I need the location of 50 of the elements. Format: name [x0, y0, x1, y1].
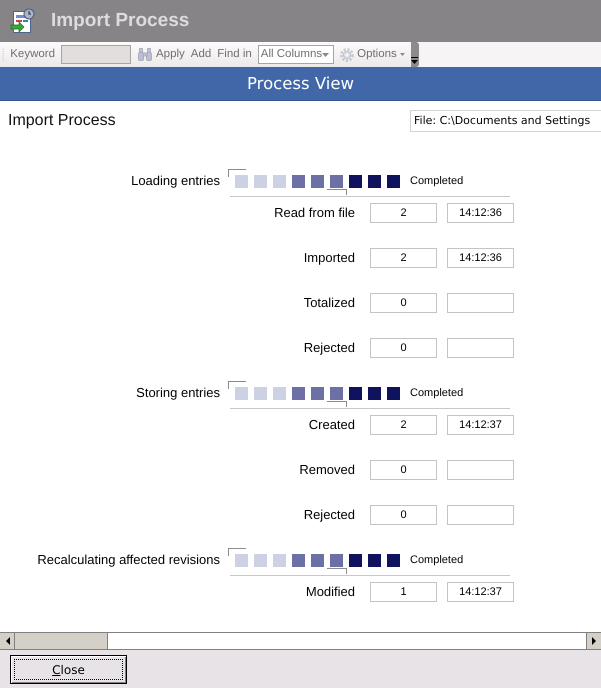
right-triangle-icon [592, 637, 596, 645]
close-button[interactable]: Close [10, 655, 127, 684]
item-label: Created [308, 416, 355, 434]
time-field: 14:12:36 [447, 248, 514, 268]
item-label: Read from file [274, 204, 355, 222]
time-field: 14:12:36 [447, 203, 514, 223]
count-field: 2 [370, 203, 437, 223]
stage-status: Completed [410, 386, 464, 401]
count-field: 2 [370, 248, 437, 268]
item-label: Removed [299, 461, 355, 480]
stage-label: Recalculating affected revisions [37, 551, 220, 570]
item-label: Modified [306, 583, 355, 602]
section-header: Process View [0, 67, 601, 101]
dropdown-value: All Columns [260, 48, 322, 60]
stage-label: Storing entries [136, 384, 220, 402]
file-path-field[interactable]: File: C:\Documents and Settings [410, 110, 601, 132]
time-field: 14:12:37 [447, 415, 514, 435]
item-label: Totalized [304, 294, 355, 312]
scroll-left-button[interactable] [0, 633, 15, 649]
window-title: Import Process [51, 10, 190, 32]
stage-status: Completed [410, 552, 464, 568]
count-field: 1 [370, 582, 437, 602]
count-field: 0 [370, 460, 437, 480]
time-field [447, 460, 514, 480]
count-field: 2 [370, 415, 437, 435]
scrollbar-thumb[interactable] [15, 633, 108, 649]
overflow-arrow-icon [411, 57, 418, 64]
count-field: 0 [370, 505, 437, 525]
caret-icon [322, 52, 330, 56]
count-field: 0 [370, 293, 437, 313]
toolbar-label: Find in [217, 48, 252, 60]
toolbar-label: Keyword [10, 48, 55, 60]
horizontal-scrollbar[interactable] [0, 632, 601, 650]
item-label: Rejected [304, 506, 355, 524]
count-field: 0 [370, 338, 437, 358]
document-chart-icon [10, 8, 35, 34]
item-label: Imported [304, 249, 355, 268]
stage-status: Completed [410, 174, 464, 189]
binoculars-icon [137, 47, 153, 62]
caret-icon [400, 53, 405, 56]
item-label: Rejected [304, 339, 355, 358]
process-title: Import Process [8, 111, 116, 131]
time-field [447, 505, 514, 525]
time-field: 14:12:37 [447, 582, 514, 602]
gear-icon [340, 48, 354, 62]
time-field [447, 293, 514, 313]
left-triangle-icon [6, 637, 10, 645]
time-field [447, 338, 514, 358]
scroll-right-button[interactable] [586, 633, 601, 649]
stage-label: Loading entries [131, 172, 220, 190]
